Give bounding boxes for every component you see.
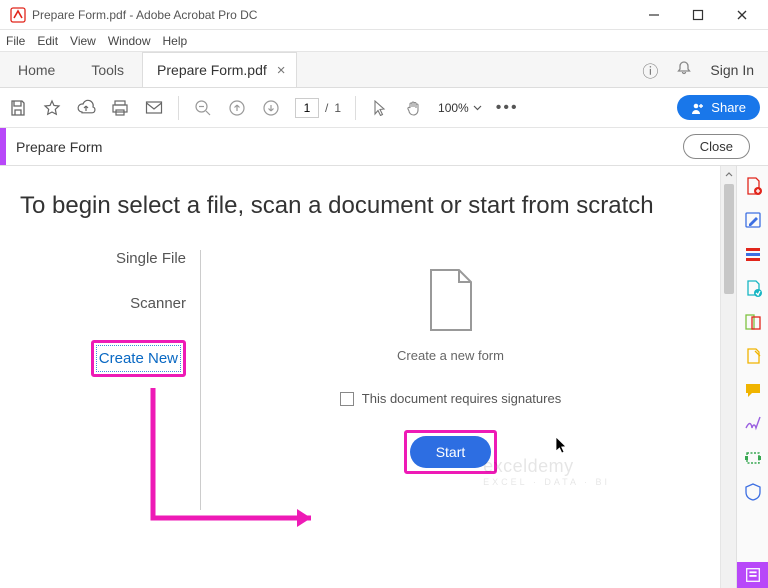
preview-column: Create a new form This document requires… [201,250,700,510]
hand-tool-icon[interactable] [404,98,424,118]
start-button[interactable]: Start [410,436,492,468]
tab-document-label: Prepare Form.pdf [157,62,267,78]
help-icon[interactable]: ⓘ [642,58,658,82]
scroll-thumb[interactable] [724,184,734,294]
option-scanner[interactable]: Scanner [20,295,186,312]
cloud-upload-icon[interactable] [76,98,96,118]
protect-tool-icon[interactable] [743,346,763,366]
comment-tool-icon[interactable] [743,380,763,400]
menu-view[interactable]: View [70,34,96,48]
more-tools-icon[interactable]: ••• [496,99,519,117]
content-area: To begin select a file, scan a document … [0,166,768,588]
signatures-checkbox[interactable] [340,392,354,406]
share-button[interactable]: Share [677,95,760,120]
window-minimize-button[interactable] [632,0,676,30]
headline: To begin select a file, scan a document … [20,192,700,220]
share-label: Share [711,100,746,115]
main-area: To begin select a file, scan a document … [0,166,720,588]
mail-icon[interactable] [144,98,164,118]
prepare-form-tool-selected[interactable] [737,562,768,588]
menu-file[interactable]: File [6,34,25,48]
acrobat-app-icon [10,7,26,23]
save-icon[interactable] [8,98,28,118]
tab-tools[interactable]: Tools [73,52,142,87]
menu-edit[interactable]: Edit [37,34,58,48]
window-close-button[interactable] [720,0,764,30]
window-maximize-button[interactable] [676,0,720,30]
page-down-icon[interactable] [261,98,281,118]
document-icon [425,268,477,332]
highlight-create-new: Create New [91,340,186,377]
sign-in-link[interactable]: Sign In [710,62,754,78]
organize-tool-icon[interactable] [743,278,763,298]
notifications-icon[interactable] [676,60,692,79]
tab-close-icon[interactable]: × [277,62,286,79]
page-separator: / [325,101,328,115]
preview-caption: Create a new form [397,348,504,363]
source-options: Single File Scanner Create New [20,250,200,510]
share-person-icon [691,101,705,115]
title-bar: Prepare Form.pdf - Adobe Acrobat Pro DC [0,0,768,30]
right-tool-panel [736,166,768,588]
export-pdf-tool-icon[interactable] [743,244,763,264]
combine-tool-icon[interactable] [743,312,763,332]
toolbar: / 1 100% ••• Share [0,88,768,128]
signatures-label: This document requires signatures [362,391,561,406]
tab-document[interactable]: Prepare Form.pdf × [142,52,296,87]
vertical-scrollbar[interactable] [720,166,736,588]
create-pdf-tool-icon[interactable] [743,176,763,196]
menu-bar: File Edit View Window Help [0,30,768,52]
chevron-down-icon [473,105,482,111]
tab-home[interactable]: Home [0,52,73,87]
compress-tool-icon[interactable] [743,448,763,468]
tab-bar: Home Tools Prepare Form.pdf × ⓘ Sign In [0,52,768,88]
window-title: Prepare Form.pdf - Adobe Acrobat Pro DC [32,8,632,22]
mouse-cursor-icon [555,436,569,454]
context-label: Prepare Form [6,139,102,155]
separator [178,96,179,120]
zoom-out-icon[interactable] [193,98,213,118]
page-up-icon[interactable] [227,98,247,118]
print-icon[interactable] [110,98,130,118]
select-tool-icon[interactable] [370,98,390,118]
page-current-input[interactable] [295,98,319,118]
zoom-level[interactable]: 100% [438,101,482,115]
close-button[interactable]: Close [683,134,750,159]
zoom-value: 100% [438,101,469,115]
shield-tool-icon[interactable] [743,482,763,502]
sign-tool-icon[interactable] [743,414,763,434]
page-count: / 1 [295,98,341,118]
signatures-row[interactable]: This document requires signatures [340,391,561,406]
edit-pdf-tool-icon[interactable] [743,210,763,230]
page-total: 1 [334,101,341,115]
context-bar: Prepare Form Close [0,128,768,166]
star-icon[interactable] [42,98,62,118]
menu-window[interactable]: Window [108,34,151,48]
option-single-file[interactable]: Single File [20,250,186,267]
separator [355,96,356,120]
menu-help[interactable]: Help [163,34,188,48]
option-create-new[interactable]: Create New [96,345,181,372]
scroll-up-icon[interactable] [721,166,736,182]
highlight-start: Start [404,430,498,474]
